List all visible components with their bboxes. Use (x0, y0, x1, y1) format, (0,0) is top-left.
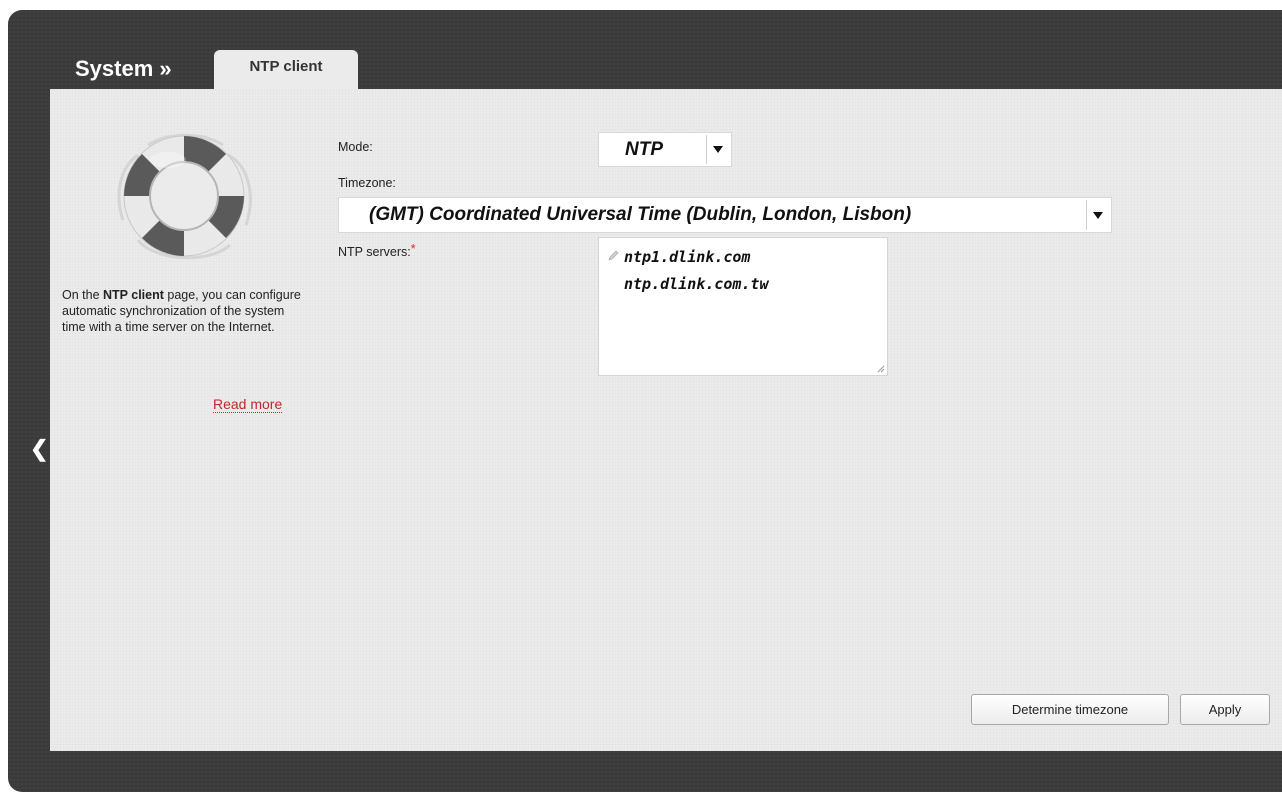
ntp-servers-label: NTP servers:* (338, 242, 416, 259)
page-name-bold: NTP client (103, 288, 164, 302)
read-more-link[interactable]: Read more (213, 396, 283, 413)
tab-ntp-client[interactable]: NTP client (214, 50, 358, 90)
ntp-server-line: ntp1.dlink.com (624, 248, 751, 266)
determine-timezone-button[interactable]: Determine timezone (971, 694, 1169, 725)
pencil-icon (608, 250, 619, 261)
chevron-down-icon[interactable] (706, 135, 729, 164)
mode-select[interactable]: NTP (598, 132, 732, 167)
chevron-down-icon[interactable] (1086, 200, 1109, 230)
apply-button[interactable]: Apply (1180, 694, 1270, 725)
back-arrow-icon[interactable]: ❮ (30, 436, 48, 462)
resize-handle-icon[interactable] (877, 365, 885, 373)
timezone-select[interactable]: (GMT) Coordinated Universal Time (Dublin… (338, 197, 1112, 233)
page-description: On the NTP client page, you can configur… (62, 288, 301, 334)
timezone-value: (GMT) Coordinated Universal Time (Dublin… (369, 204, 912, 225)
ntp-server-line: ntp.dlink.com.tw (624, 275, 769, 293)
mode-label: Mode: (338, 140, 373, 154)
mode-value: NTP (625, 138, 663, 160)
lifebuoy-icon (117, 133, 252, 260)
section-title: System » (75, 56, 172, 81)
ntp-servers-textarea[interactable]: ntp1.dlink.com ntp.dlink.com.tw (598, 237, 888, 376)
timezone-label: Timezone: (338, 176, 396, 190)
required-mark: * (410, 242, 416, 256)
